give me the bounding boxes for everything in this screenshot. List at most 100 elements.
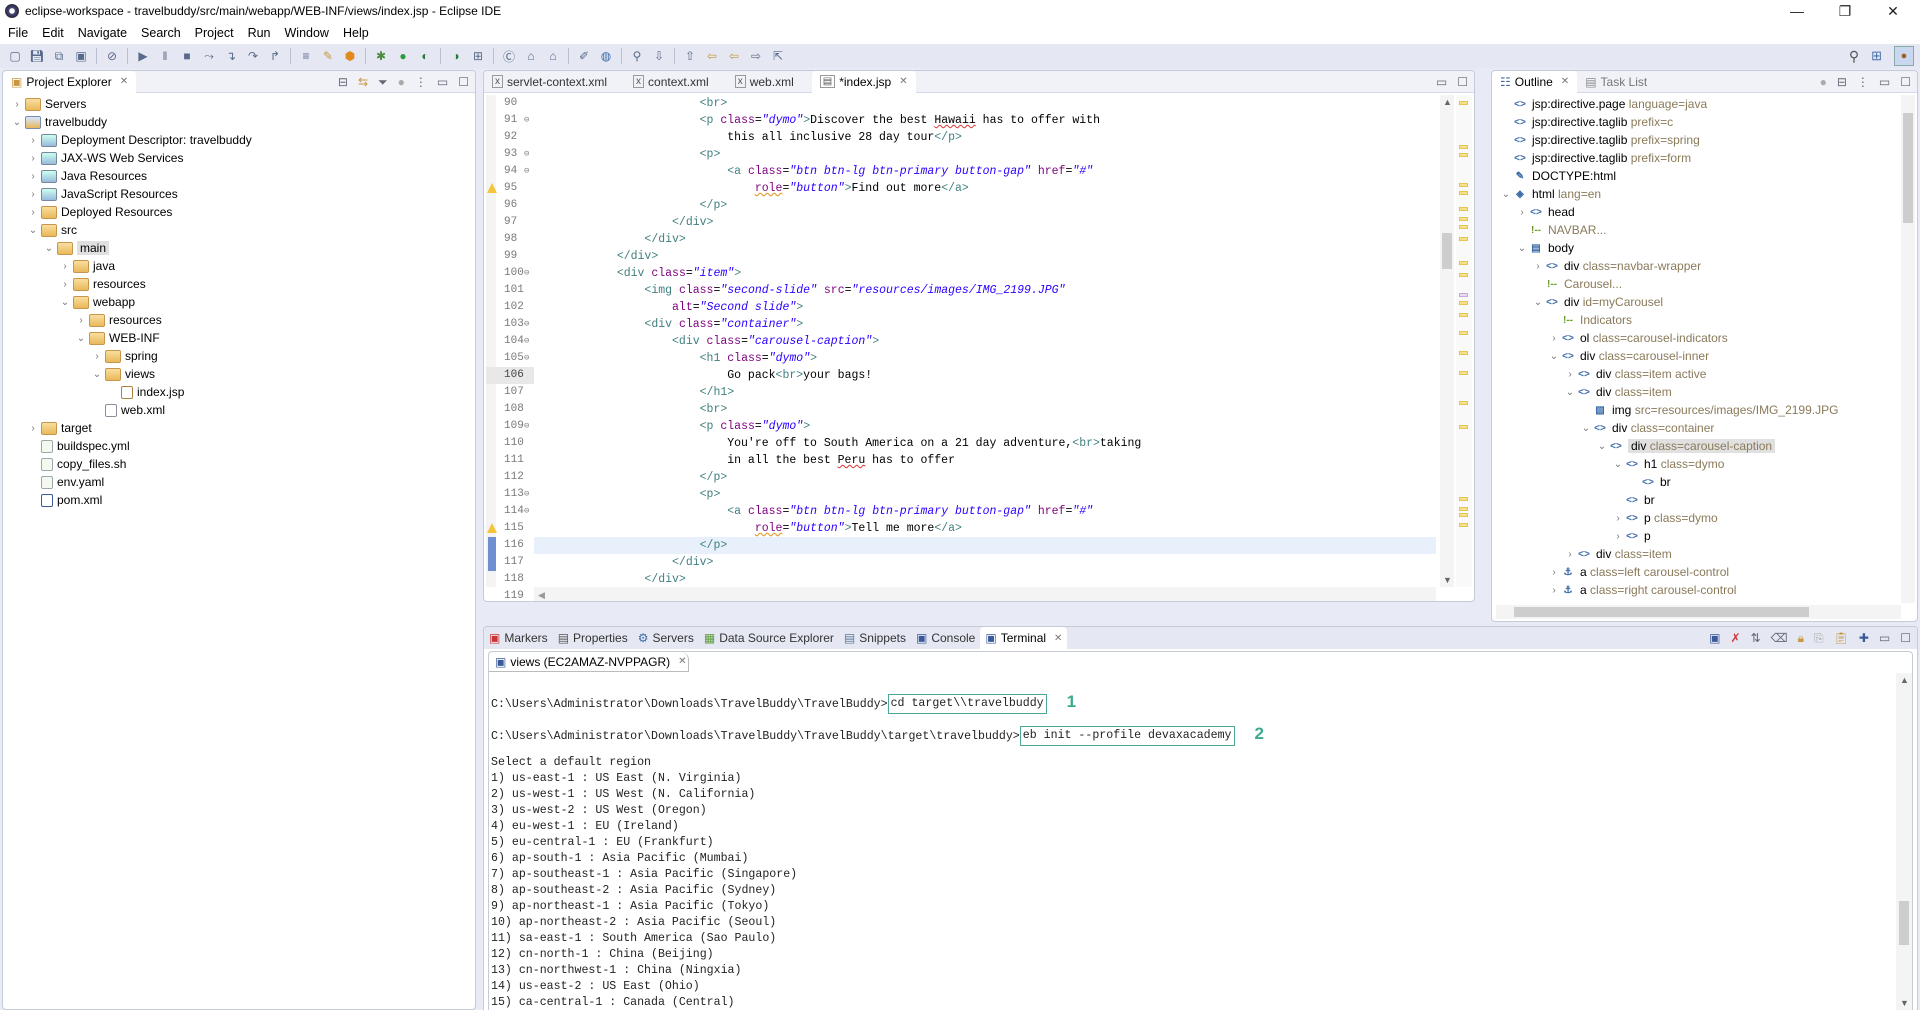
warning-icon[interactable] (487, 523, 497, 533)
run-external-icon[interactable]: ◑ (447, 48, 465, 64)
filter-icon[interactable]: ⏷ (378, 75, 388, 90)
tree-item-deployment-descriptor-travelbuddy[interactable]: › Deployment Descriptor: travelbuddy (3, 131, 475, 149)
scroll-thumb[interactable] (1442, 233, 1452, 269)
view-menu-icon[interactable]: ⋮ (415, 75, 427, 89)
tab-terminal[interactable]: ▣ Terminal ✕ (980, 627, 1068, 649)
annotation-marker[interactable] (1459, 371, 1468, 375)
outline-item[interactable]: <> jsp:directive.taglib prefix=form (1496, 149, 1917, 167)
annotation-marker[interactable] (1459, 401, 1468, 405)
close-button[interactable]: ✕ (1870, 0, 1916, 22)
outline-horizontal-scrollbar[interactable] (1496, 605, 1901, 619)
terminal-session-tab[interactable]: ▣ views (EC2AMAZ-NVPPAGR) ✕ (489, 652, 689, 672)
code-line[interactable]: <div class="item"> (534, 265, 1436, 282)
package-icon[interactable]: ⬢ (341, 48, 359, 64)
tree-item-jax-ws-web-services[interactable]: › JAX-WS Web Services (3, 149, 475, 167)
prev-annotation-icon[interactable]: ⇧ (681, 48, 699, 64)
restore-button[interactable]: ❐ (1822, 0, 1868, 22)
fold-collapse-icon[interactable]: ⊖ (524, 146, 529, 163)
chevron-down-icon[interactable]: ⌄ (1612, 459, 1624, 470)
code-line[interactable]: <p> (534, 486, 1436, 503)
fold-collapse-icon[interactable]: ⊖ (524, 418, 529, 435)
tree-item-env-yaml[interactable]: env.yaml (3, 473, 475, 491)
tab-servlet-context-xml[interactable]: x servlet-context.xml (484, 71, 615, 93)
tree-item-web-xml[interactable]: web.xml (3, 401, 475, 419)
code-line[interactable]: <h1 class="dymo"> (534, 350, 1436, 367)
scroll-up-icon[interactable]: ▲ (1443, 97, 1452, 107)
scroll-thumb[interactable] (1514, 607, 1809, 617)
collapse-all-icon[interactable]: ⊟ (338, 75, 348, 89)
code-line[interactable]: <div class="carousel-caption"> (534, 333, 1436, 350)
terminal-view[interactable]: ▣ views (EC2AMAZ-NVPPAGR) ✕ C:\Users\Adm… (488, 651, 1913, 1010)
chevron-right-icon[interactable]: › (91, 351, 103, 362)
chevron-right-icon[interactable]: › (1532, 261, 1544, 272)
annotation-marker[interactable] (1459, 293, 1468, 297)
code-line[interactable]: role="button">Find out more</a> (534, 180, 1436, 197)
step-return-icon[interactable]: ↱ (266, 48, 284, 64)
annotation-marker[interactable] (1459, 273, 1468, 277)
tree-item-deployed-resources[interactable]: › Deployed Resources (3, 203, 475, 221)
chevron-right-icon[interactable]: › (1612, 513, 1624, 524)
annotation-marker[interactable] (1459, 301, 1468, 305)
outline-item[interactable]: ⌄ <> h1 class=dymo (1496, 455, 1917, 473)
annotation-marker[interactable] (1459, 225, 1468, 229)
minimize-icon[interactable]: ▭ (1879, 75, 1890, 89)
tree-item-views[interactable]: ⌄ views (3, 365, 475, 383)
code-line[interactable]: alt="Second slide"> (534, 299, 1436, 316)
code-line[interactable]: <p> (534, 146, 1436, 163)
tab-outline[interactable]: ☷ Outline ✕ (1492, 71, 1578, 93)
outline-item[interactable]: <> jsp:directive.taglib prefix=c (1496, 113, 1917, 131)
tree-item-spring[interactable]: › spring (3, 347, 475, 365)
annotation-marker[interactable] (1459, 261, 1468, 265)
tab-snippets[interactable]: ▤ Snippets (839, 627, 911, 649)
code-text[interactable]: <br> <p class="dymo">Discover the best H… (534, 95, 1436, 587)
annotation-marker[interactable] (1459, 145, 1468, 149)
menu-search[interactable]: Search (141, 26, 181, 40)
disconnect-icon[interactable]: ⤳ (200, 48, 218, 64)
chevron-down-icon[interactable]: ⌄ (43, 243, 55, 254)
new-terminal-icon[interactable]: ✚ (1859, 631, 1869, 645)
outline-item[interactable]: !-- NAVBAR... (1496, 221, 1917, 239)
view-menu-icon[interactable]: ⋮ (1857, 75, 1869, 89)
annotation-marker[interactable] (1459, 331, 1468, 335)
outline-item[interactable]: <> jsp:directive.taglib prefix=spring (1496, 131, 1917, 149)
last-edit-icon[interactable]: ⇦ (703, 48, 721, 64)
code-line[interactable]: in all the best Peru has to offer (534, 452, 1436, 469)
maximize-icon[interactable]: ☐ (1900, 75, 1911, 89)
open-console-icon[interactable]: ▣ (1709, 631, 1720, 645)
tab-index-jsp[interactable]: ▤ *index.jsp ✕ (811, 71, 916, 93)
fold-collapse-icon[interactable]: ⊖ (524, 316, 529, 333)
tree-item-resources[interactable]: › resources (3, 311, 475, 329)
code-line[interactable]: </p> (534, 537, 1436, 554)
java-ee-perspective-icon[interactable]: ● (1894, 46, 1914, 66)
annotation-marker[interactable] (1459, 191, 1468, 195)
tree-item-webapp[interactable]: ⌄ webapp (3, 293, 475, 311)
disconnect-icon[interactable]: ✗ (1731, 631, 1741, 645)
outline-item[interactable]: › <> div class=item (1496, 545, 1917, 563)
outline-item[interactable]: ⌄ <> div class=container (1496, 419, 1917, 437)
tree-item-web-inf[interactable]: ⌄ WEB-INF (3, 329, 475, 347)
debug-icon[interactable]: ✱ (372, 48, 390, 64)
scroll-left-icon[interactable]: ◀ (538, 590, 545, 600)
chevron-down-icon[interactable]: ⌄ (59, 297, 71, 308)
search-icon[interactable]: ⚲ (1849, 48, 1859, 65)
tab-console[interactable]: ▣ Console (911, 627, 980, 649)
annotation-marker[interactable] (1459, 153, 1468, 157)
pin-editor-icon[interactable]: ⇱ (769, 48, 787, 64)
tree-item-resources[interactable]: › resources (3, 275, 475, 293)
close-icon[interactable]: ✕ (899, 76, 907, 87)
close-icon[interactable]: ✕ (678, 656, 686, 667)
chevron-right-icon[interactable]: › (27, 171, 39, 182)
outline-item[interactable]: ⌄ <> div class=carousel-inner (1496, 347, 1917, 365)
chevron-down-icon[interactable]: ⌄ (1596, 441, 1608, 452)
terminal-output[interactable]: C:\Users\Administrator\Downloads\TravelB… (489, 673, 1894, 1010)
scroll-down-icon[interactable]: ▼ (1900, 998, 1909, 1008)
scroll-thumb[interactable] (1903, 113, 1913, 223)
annotation-marker[interactable] (1459, 351, 1468, 355)
outline-item[interactable]: ⌄ ◈ html lang=en (1496, 185, 1917, 203)
save-icon[interactable]: 💾︎ (28, 48, 46, 64)
outline-item[interactable]: <> jsp:directive.page language=java (1496, 95, 1917, 113)
chevron-right-icon[interactable]: › (27, 423, 39, 434)
minimize-icon[interactable]: ▭ (1879, 631, 1890, 645)
annotation-marker[interactable] (1459, 507, 1468, 511)
tree-item-javascript-resources[interactable]: › JavaScript Resources (3, 185, 475, 203)
